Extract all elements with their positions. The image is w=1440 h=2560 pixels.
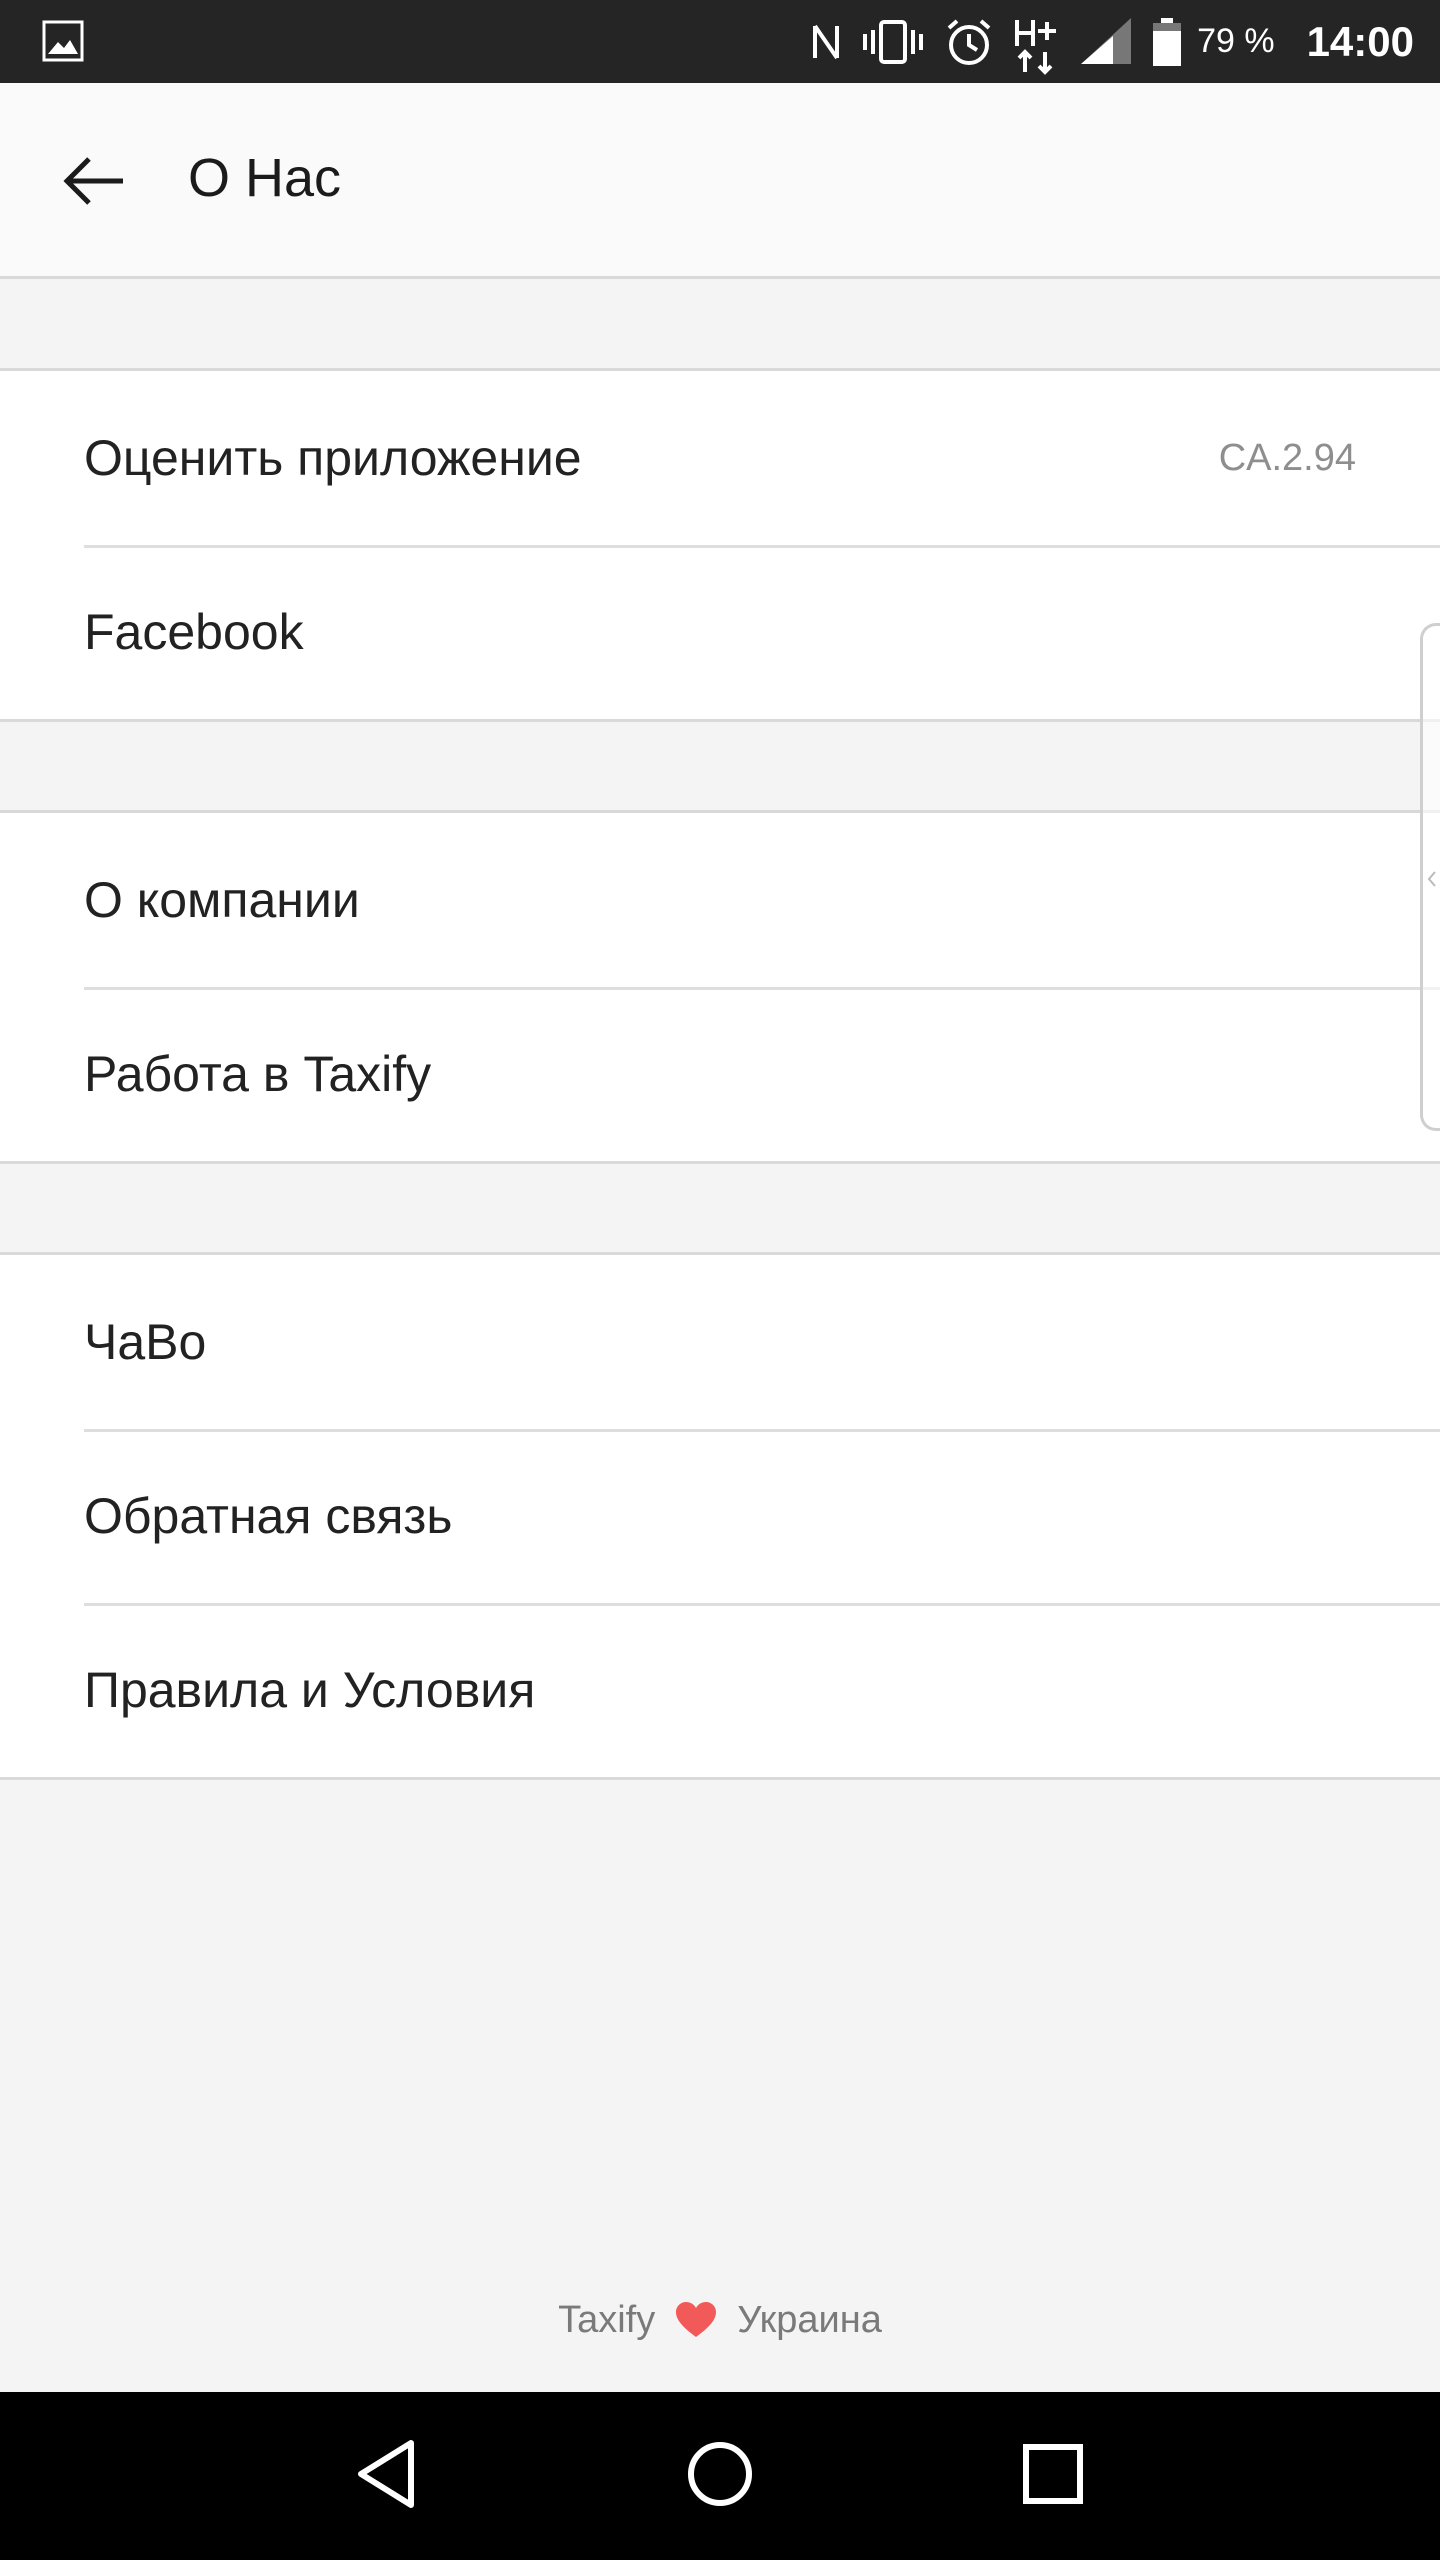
list-item-label: Оценить приложение (84, 430, 582, 486)
terms-row[interactable]: Правила и Условия (0, 1603, 1440, 1777)
nfc-icon (809, 16, 843, 68)
list-item-label: Работа в Taxify (84, 1046, 432, 1102)
nav-home-button[interactable] (665, 2421, 775, 2531)
feedback-row[interactable]: Обратная связь (0, 1429, 1440, 1603)
image-icon (42, 20, 84, 62)
list-item-label: Facebook (84, 604, 304, 660)
vibrate-icon (861, 16, 925, 68)
h-plus-data-icon (1013, 16, 1061, 75)
battery-icon (1151, 16, 1183, 68)
clock: 14:00 (1306, 17, 1414, 65)
list-group-support: ЧаВо Обратная связь Правила и Условия (0, 1252, 1440, 1780)
back-button[interactable] (44, 133, 144, 233)
facebook-row[interactable]: Facebook (0, 545, 1440, 719)
footer-brand: Taxify (558, 2298, 656, 2341)
list-item-label: Обратная связь (84, 1488, 453, 1544)
screen: 79 % 14:00 О Нас Оценить приложение CA.2… (0, 0, 1440, 2560)
list-item-label: О компании (84, 872, 360, 928)
arrow-left-icon (59, 155, 129, 212)
navigation-bar (0, 2392, 1440, 2560)
signal-icon (1079, 16, 1133, 68)
nav-back-button[interactable] (332, 2421, 442, 2531)
list-group-company: О компании Работа в Taxify (0, 810, 1440, 1164)
alarm-icon (943, 16, 995, 68)
careers-row[interactable]: Работа в Taxify (0, 987, 1440, 1161)
recents-square-icon (1021, 2442, 1085, 2511)
list-item-label: ЧаВо (84, 1314, 207, 1370)
status-icons: 79 % 14:00 (791, 0, 1414, 83)
chevron-left-icon (1427, 870, 1437, 888)
about-company-row[interactable]: О компании (0, 813, 1440, 987)
faq-row[interactable]: ЧаВо (0, 1255, 1440, 1429)
battery-percent: 79 % (1197, 22, 1275, 60)
footer: Taxify Украина (0, 2290, 1440, 2350)
app-bar: О Нас (0, 83, 1440, 279)
app-version: CA.2.94 (1218, 436, 1356, 479)
rate-app-row[interactable]: Оценить приложение CA.2.94 (0, 371, 1440, 545)
back-triangle-icon (355, 2439, 419, 2514)
nav-recents-button[interactable] (998, 2421, 1108, 2531)
footer-country: Украина (737, 2298, 882, 2341)
status-bar: 79 % 14:00 (0, 0, 1440, 83)
heart-icon (675, 2301, 717, 2339)
list-item-label: Правила и Условия (84, 1662, 536, 1718)
edge-panel-handle[interactable] (1420, 623, 1440, 1131)
home-circle-icon (685, 2439, 755, 2514)
page-title: О Нас (188, 148, 342, 208)
list-group-app: Оценить приложение CA.2.94 Facebook (0, 368, 1440, 722)
